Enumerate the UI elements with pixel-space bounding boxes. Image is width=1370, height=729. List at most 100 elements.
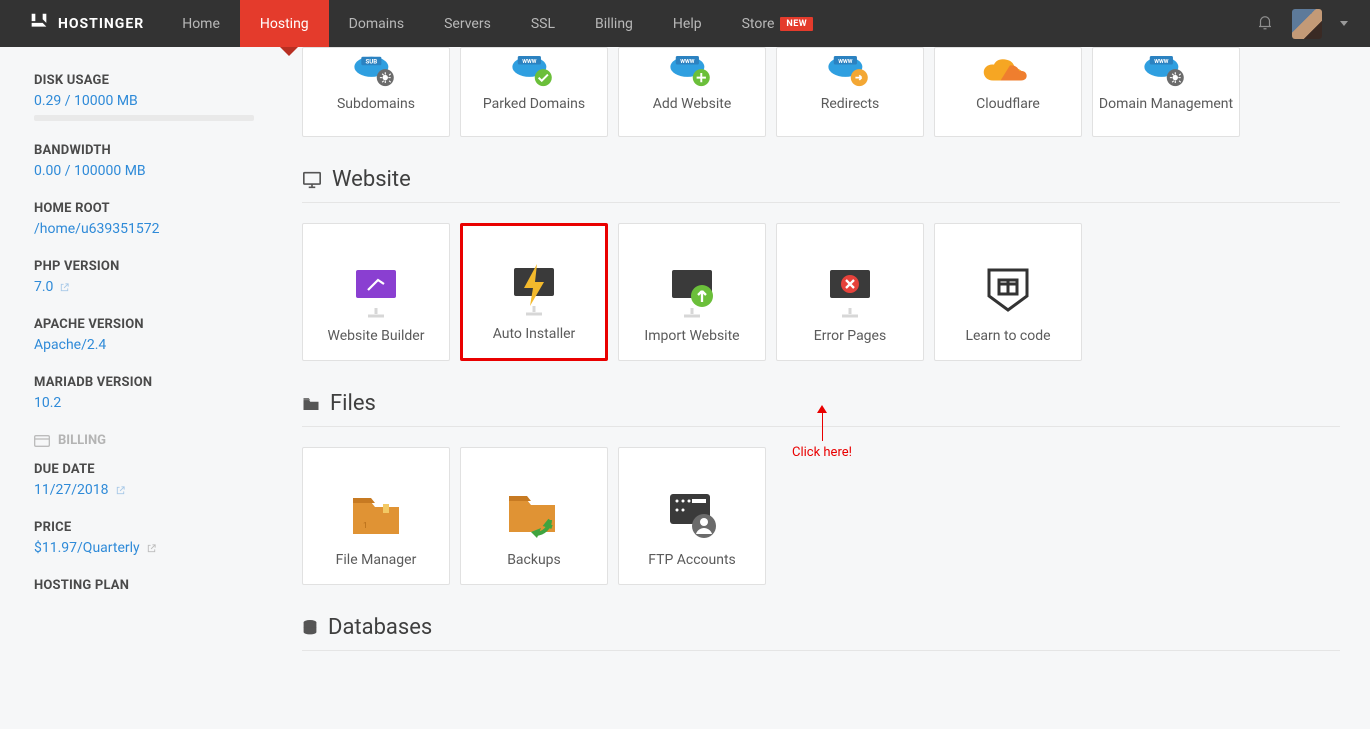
due-date-block: DUE DATE 11/27/2018	[34, 462, 254, 498]
nav-hosting[interactable]: Hosting	[240, 0, 329, 47]
external-link-icon	[59, 282, 70, 293]
nav-servers[interactable]: Servers	[424, 0, 511, 47]
price-label: PRICE	[34, 520, 254, 535]
tile-import-website[interactable]: Import Website	[618, 223, 766, 361]
folder-icon	[302, 396, 320, 412]
brand[interactable]: HOSTINGER	[0, 0, 162, 47]
tile-label: Website Builder	[328, 328, 425, 344]
disk-usage-label: DISK USAGE	[34, 73, 254, 88]
tile-label: FTP Accounts	[648, 552, 736, 568]
svg-text:WWW: WWW	[838, 59, 852, 65]
brand-text: HOSTINGER	[58, 16, 144, 32]
divider	[302, 650, 1340, 651]
mariadb-label: MARIADB VERSION	[34, 375, 254, 390]
nav-right	[1256, 0, 1370, 47]
tile-error-pages[interactable]: Error Pages	[776, 223, 924, 361]
tile-auto-installer[interactable]: Auto Installer	[460, 223, 608, 361]
card-icon	[34, 435, 50, 447]
due-date-value[interactable]: 11/27/2018	[34, 482, 126, 498]
svg-text:WWW: WWW	[522, 59, 536, 65]
bandwidth-label: BANDWIDTH	[34, 143, 254, 158]
tile-ftp-accounts[interactable]: FTP Accounts	[618, 447, 766, 585]
tile-subdomains[interactable]: SUB Subdomains	[302, 47, 450, 137]
home-root-value[interactable]: /home/u639351572	[34, 221, 159, 237]
tile-backups[interactable]: Backups	[460, 447, 608, 585]
auto-installer-icon	[504, 262, 564, 316]
tile-learn-to-code[interactable]: Learn to code	[934, 223, 1082, 361]
annotation-text: Click here!	[792, 445, 852, 460]
tile-redirects[interactable]: WWW Redirects	[776, 47, 924, 137]
tile-label: Domain Management	[1099, 96, 1233, 112]
tile-file-manager[interactable]: 1 File Manager	[302, 447, 450, 585]
external-link-icon	[115, 485, 126, 496]
learn-to-code-icon	[985, 264, 1031, 318]
tile-label: Parked Domains	[483, 96, 585, 112]
chevron-down-icon[interactable]	[1340, 21, 1348, 26]
apache-value[interactable]: Apache/2.4	[34, 337, 106, 353]
notifications-icon[interactable]	[1256, 13, 1274, 35]
database-icon	[302, 619, 318, 637]
php-value[interactable]: 7.0	[34, 279, 70, 295]
disk-usage-block: DISK USAGE 0.29 / 10000 MB	[34, 73, 254, 121]
external-link-icon	[146, 543, 157, 554]
files-tile-row: 1 File Manager Backups FTP Accounts	[302, 447, 1340, 585]
tile-label: Add Website	[653, 96, 732, 112]
ftp-accounts-icon	[664, 488, 720, 542]
nav-ssl[interactable]: SSL	[511, 0, 575, 47]
due-date-label: DUE DATE	[34, 462, 254, 477]
redirects-icon: WWW	[825, 56, 875, 90]
website-tile-row: Website Builder Auto Installer Import We…	[302, 223, 1340, 361]
nav-domains[interactable]: Domains	[329, 0, 424, 47]
svg-text:1: 1	[363, 521, 368, 530]
disk-usage-progress	[34, 115, 254, 121]
add-website-icon: WWW	[667, 56, 717, 90]
nav-billing[interactable]: Billing	[575, 0, 653, 47]
website-builder-icon	[346, 264, 406, 318]
billing-heading: BILLING	[34, 433, 254, 448]
tile-domain-management[interactable]: WWW Domain Management	[1092, 47, 1240, 137]
home-root-label: HOME ROOT	[34, 201, 254, 216]
backups-icon	[505, 488, 563, 542]
avatar[interactable]	[1292, 9, 1322, 39]
tile-label: Auto Installer	[493, 326, 576, 342]
nav-help[interactable]: Help	[653, 0, 722, 47]
tile-label: Import Website	[644, 328, 739, 344]
file-manager-icon: 1	[349, 488, 403, 542]
sidebar: DISK USAGE 0.29 / 10000 MB BANDWIDTH 0.0…	[0, 47, 272, 671]
bandwidth-value[interactable]: 0.00 / 100000 MB	[34, 163, 146, 179]
nav-home[interactable]: Home	[162, 0, 240, 47]
hosting-plan-label: HOSTING PLAN	[34, 578, 254, 593]
apache-block: APACHE VERSION Apache/2.4	[34, 317, 254, 353]
section-title-website: Website	[302, 167, 1340, 192]
php-block: PHP VERSION 7.0	[34, 259, 254, 295]
divider	[302, 202, 1340, 203]
section-title-databases: Databases	[302, 615, 1340, 640]
subdomains-icon: SUB	[351, 56, 401, 90]
price-block: PRICE $11.97/Quarterly	[34, 520, 254, 556]
domain-management-icon: WWW	[1141, 56, 1191, 90]
bandwidth-block: BANDWIDTH 0.00 / 100000 MB	[34, 143, 254, 179]
import-website-icon	[662, 264, 722, 318]
cloudflare-icon	[980, 56, 1036, 90]
tile-label: Backups	[507, 552, 561, 568]
php-label: PHP VERSION	[34, 259, 254, 274]
apache-label: APACHE VERSION	[34, 317, 254, 332]
tile-cloudflare[interactable]: Cloudflare	[934, 47, 1082, 137]
tile-label: Cloudflare	[976, 96, 1040, 112]
domains-tile-row: SUB Subdomains WWW Parked Domains WWW Ad…	[302, 47, 1340, 137]
nav-store[interactable]: Store NEW	[722, 0, 834, 47]
tile-add-website[interactable]: WWW Add Website	[618, 47, 766, 137]
tile-parked-domains[interactable]: WWW Parked Domains	[460, 47, 608, 137]
top-nav: HOSTINGER Home Hosting Domains Servers S…	[0, 0, 1370, 47]
mariadb-value[interactable]: 10.2	[34, 395, 61, 411]
disk-usage-value[interactable]: 0.29 / 10000 MB	[34, 93, 138, 109]
tile-label: Redirects	[821, 96, 880, 112]
nav-items: Home Hosting Domains Servers SSL Billing…	[162, 0, 833, 47]
tile-website-builder[interactable]: Website Builder	[302, 223, 450, 361]
brand-icon	[28, 11, 50, 37]
tile-label: Learn to code	[965, 328, 1050, 344]
main-content: SUB Subdomains WWW Parked Domains WWW Ad…	[272, 47, 1370, 671]
tile-label: Error Pages	[814, 328, 886, 344]
tile-label: File Manager	[336, 552, 417, 568]
price-value[interactable]: $11.97/Quarterly	[34, 540, 157, 556]
